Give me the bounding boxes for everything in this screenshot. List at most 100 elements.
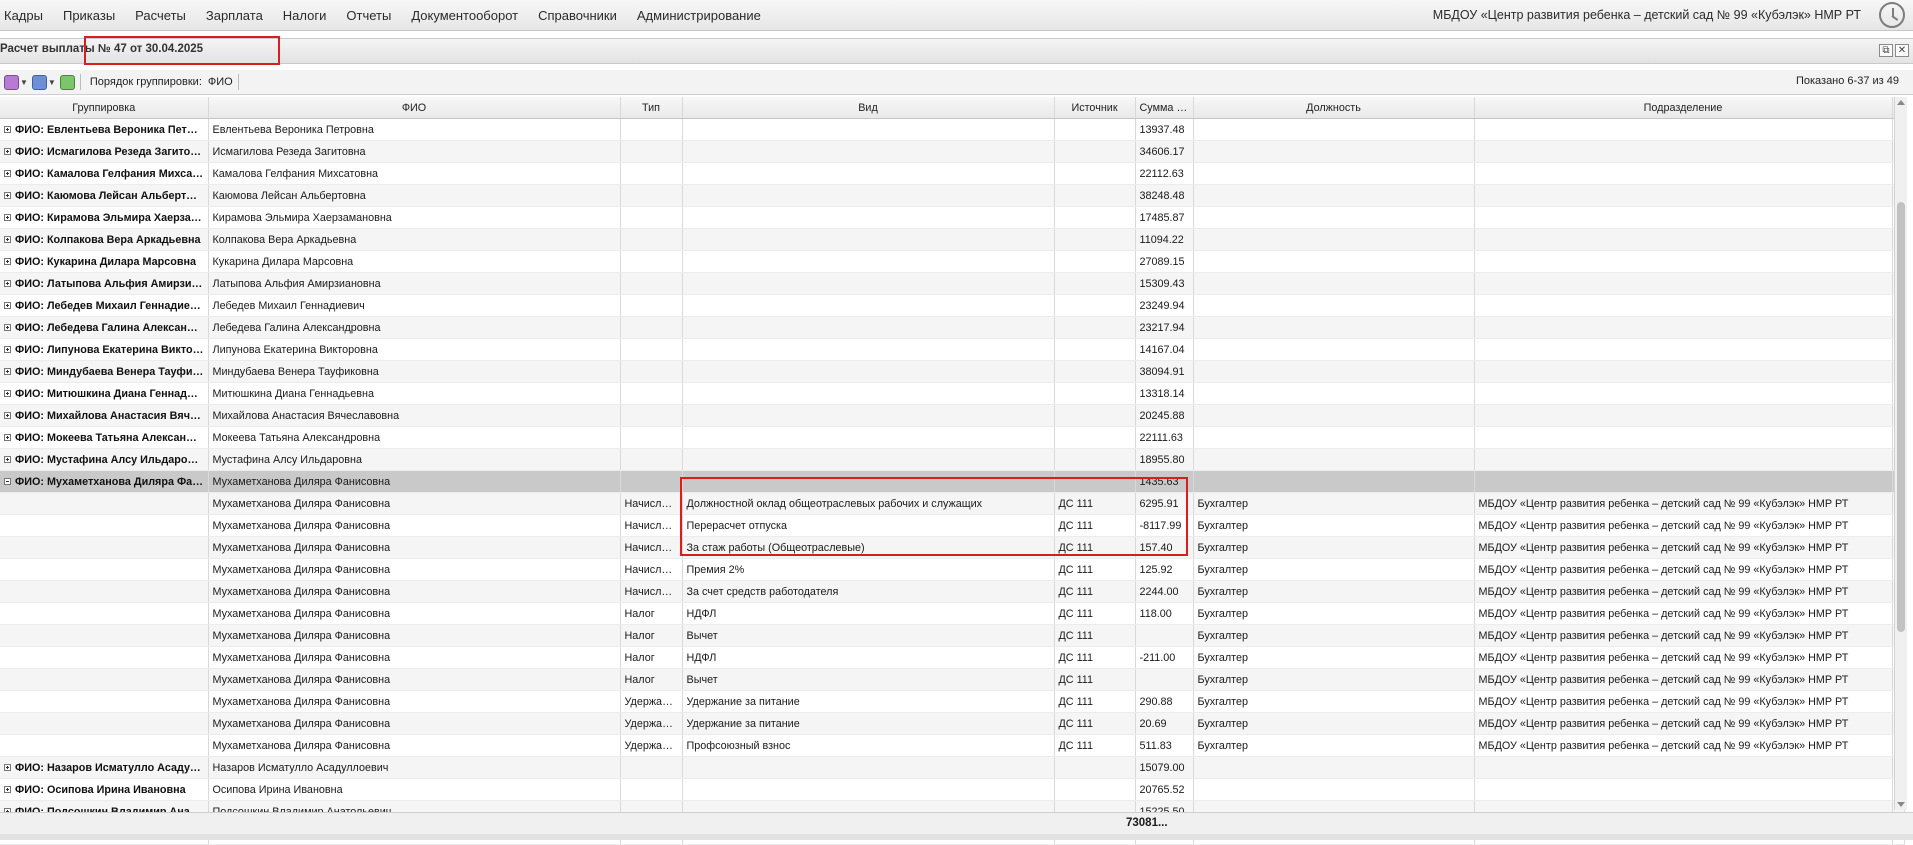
refresh-button[interactable] [59,73,75,91]
detail-row[interactable]: Мухаметханова Диляра Фанисовна Налог Вычет… [0,668,1905,691]
print-menu-button[interactable]: ▼ [31,73,56,91]
expand-icon[interactable] [4,170,11,178]
group-cell[interactable]: ФИО: Каюмова Лейсан Альбертовна [0,184,209,207]
group-cell[interactable]: ФИО: Липунова Екатерина Викторовна [0,338,209,361]
add-menu-button[interactable]: ▼ [4,73,28,91]
detail-row[interactable]: Мухаметханова Диляра Фанисовна Удержание П… [0,734,1905,757]
detail-row[interactable]: Мухаметханова Диляра Фанисовна Начисление… [0,514,1905,537]
group-cell[interactable]: ФИО: Назаров Исматулло Асадуллоевич [0,756,209,779]
clock-icon[interactable] [1879,2,1905,28]
group-row[interactable]: ФИО: Липунова Екатерина Викторовна Липуно… [0,338,1905,361]
menu-item[interactable]: Расчеты [125,0,196,30]
menu-item[interactable]: Налоги [273,0,337,30]
expand-icon[interactable] [4,368,11,376]
expand-icon[interactable] [4,280,11,288]
expand-icon[interactable] [4,324,11,332]
expand-icon[interactable] [4,236,11,244]
column-header[interactable]: Вид [682,97,1055,119]
expand-icon[interactable] [4,456,11,464]
expand-icon[interactable] [4,126,11,134]
horizontal-scrollbar[interactable] [0,834,1913,840]
expand-icon[interactable] [4,786,11,794]
group-row[interactable]: ФИО: Исмагилова Резеда Загитовна Исмагило… [0,140,1905,163]
group-row[interactable]: ФИО: Кирамова Эльмира ХаерзамановнаКирам… [0,206,1905,229]
column-header[interactable]: Подразделение [1474,97,1893,119]
scroll-down-icon[interactable] [1897,802,1905,807]
maximize-button[interactable]: ⧉ [1879,44,1893,57]
expand-icon[interactable] [4,258,11,266]
menu-item[interactable]: Кадры [0,0,53,30]
expand-icon[interactable] [4,148,11,156]
menu-item[interactable]: Документооборот [401,0,528,30]
group-cell[interactable]: ФИО: Митюшкина Диана Геннадьевна [0,382,209,405]
scroll-thumb[interactable] [1897,202,1905,632]
collapse-icon[interactable] [4,478,11,486]
expand-icon[interactable] [4,390,11,398]
group-row[interactable]: ФИО: Осипова Ирина Ивановна Осипова Ирина… [0,778,1905,801]
detail-row[interactable]: Мухаметханова Диляра Фанисовна Удержание У… [0,712,1905,735]
expand-icon[interactable] [4,434,11,442]
group-row[interactable]: ФИО: Мокеева Татьяна Александровна Мокеев… [0,426,1905,449]
group-cell[interactable]: ФИО: Латыпова Альфия Амирзиановна [0,272,209,295]
group-row[interactable]: ФИО: Евлентьева Вероника Петровна Евленть… [0,118,1905,141]
expand-icon[interactable] [4,192,11,200]
group-row[interactable]: ФИО: Лебедева Галина Александровна Лебеде… [0,316,1905,339]
column-header[interactable]: Источник [1054,97,1136,119]
expand-icon[interactable] [4,302,11,310]
group-cell[interactable]: ФИО: Мустафина Алсу Ильдаровна [0,448,209,471]
scroll-up-icon[interactable] [1897,100,1905,105]
column-header[interactable]: Сумма п... [1135,97,1194,119]
column-header[interactable]: Группировка [0,97,209,119]
group-row[interactable]: ФИО: Миндубаева Венера Тауфиковна Миндуба… [0,360,1905,383]
group-row[interactable]: ФИО: Назаров Исматулло АсадуллоевичНазар… [0,756,1905,779]
detail-row[interactable]: Мухаметханова Диляра Фанисовна Начисление… [0,580,1905,603]
expand-icon[interactable] [4,764,11,772]
column-header[interactable]: Должность [1193,97,1475,119]
detail-row[interactable]: Мухаметханова Диляра Фанисовна Налог НДФЛ Д… [0,646,1905,669]
group-cell[interactable]: ФИО: Евлентьева Вероника Петровна [0,118,209,141]
menu-item[interactable]: Справочники [528,0,627,30]
group-cell[interactable]: ФИО: Камалова Гелфания Михсатовна [0,162,209,185]
group-cell[interactable]: ФИО: Мухаметханова Диляра Фанисовна [0,470,209,493]
group-row[interactable]: ФИО: Михайлова Анастасия ВячеславовнаМих… [0,404,1905,427]
group-row[interactable]: ФИО: Латыпова Альфия АмирзиановнаЛатыпов… [0,272,1905,295]
expand-icon[interactable] [4,214,11,222]
group-row[interactable]: ФИО: Камалова Гелфания Михсатовна Камалов… [0,162,1905,185]
detail-row[interactable]: Мухаметханова Диляра Фанисовна Налог НДФЛ Д… [0,602,1905,625]
group-row[interactable]: ФИО: Лебедев Михаил Геннадиевич Лебедев М… [0,294,1905,317]
group-cell[interactable]: ФИО: Осипова Ирина Ивановна [0,778,209,801]
group-cell[interactable]: ФИО: Мокеева Татьяна Александровна [0,426,209,449]
expand-icon[interactable] [4,412,11,420]
dept-cell [1474,250,1893,273]
group-row[interactable]: ФИО: Колпакова Вера Аркадьевна Колпакова … [0,228,1905,251]
detail-row[interactable]: Мухаметханова Диляра Фанисовна Начисление… [0,558,1905,581]
close-button[interactable]: ✕ [1895,44,1909,57]
group-cell[interactable]: ФИО: Миндубаева Венера Тауфиковна [0,360,209,383]
grouping-value[interactable]: ФИО [208,76,233,88]
vertical-scrollbar[interactable] [1894,97,1907,810]
expand-icon[interactable] [4,346,11,354]
group-cell[interactable]: ФИО: Лебедева Галина Александровна [0,316,209,339]
menu-item[interactable]: Приказы [53,0,125,30]
detail-row[interactable]: Мухаметханова Диляра Фанисовна Удержание У… [0,690,1905,713]
group-row[interactable]: ФИО: Мухаметханова Диляра ФанисовнаМухам… [0,470,1905,493]
group-row[interactable]: ФИО: Каюмова Лейсан Альбертовна Каюмова Л… [0,184,1905,207]
detail-row[interactable]: Мухаметханова Диляра Фанисовна Начисление… [0,536,1905,559]
column-header[interactable]: ФИО [208,97,621,119]
group-cell[interactable]: ФИО: Михайлова Анастасия Вячеславовна [0,404,209,427]
group-cell[interactable]: ФИО: Исмагилова Резеда Загитовна [0,140,209,163]
group-cell[interactable]: ФИО: Лебедев Михаил Геннадиевич [0,294,209,317]
group-row[interactable]: ФИО: Митюшкина Диана Геннадьевна Митюшкин… [0,382,1905,405]
group-cell[interactable]: ФИО: Кирамова Эльмира Хаерзамановна [0,206,209,229]
group-row[interactable]: ФИО: Кукарина Дилара Марсовна Кукарина Ди… [0,250,1905,273]
menu-item[interactable]: Отчеты [336,0,401,30]
column-header[interactable]: Тип [620,97,683,119]
group-cell[interactable]: ФИО: Колпакова Вера Аркадьевна [0,228,209,251]
detail-row[interactable]: Мухаметханова Диляра Фанисовна Налог Вычет… [0,624,1905,647]
menu-item[interactable]: Зарплата [196,0,273,30]
detail-row[interactable]: Мухаметханова Диляра Фанисовна Начисление… [0,492,1905,515]
menu-item[interactable]: Администрирование [627,0,771,30]
group-row[interactable]: ФИО: Мустафина Алсу Ильдаровна Мустафина … [0,448,1905,471]
dept-cell: МБДОУ «Центр развития ребенка – детский … [1474,580,1893,603]
group-cell[interactable]: ФИО: Кукарина Дилара Марсовна [0,250,209,273]
